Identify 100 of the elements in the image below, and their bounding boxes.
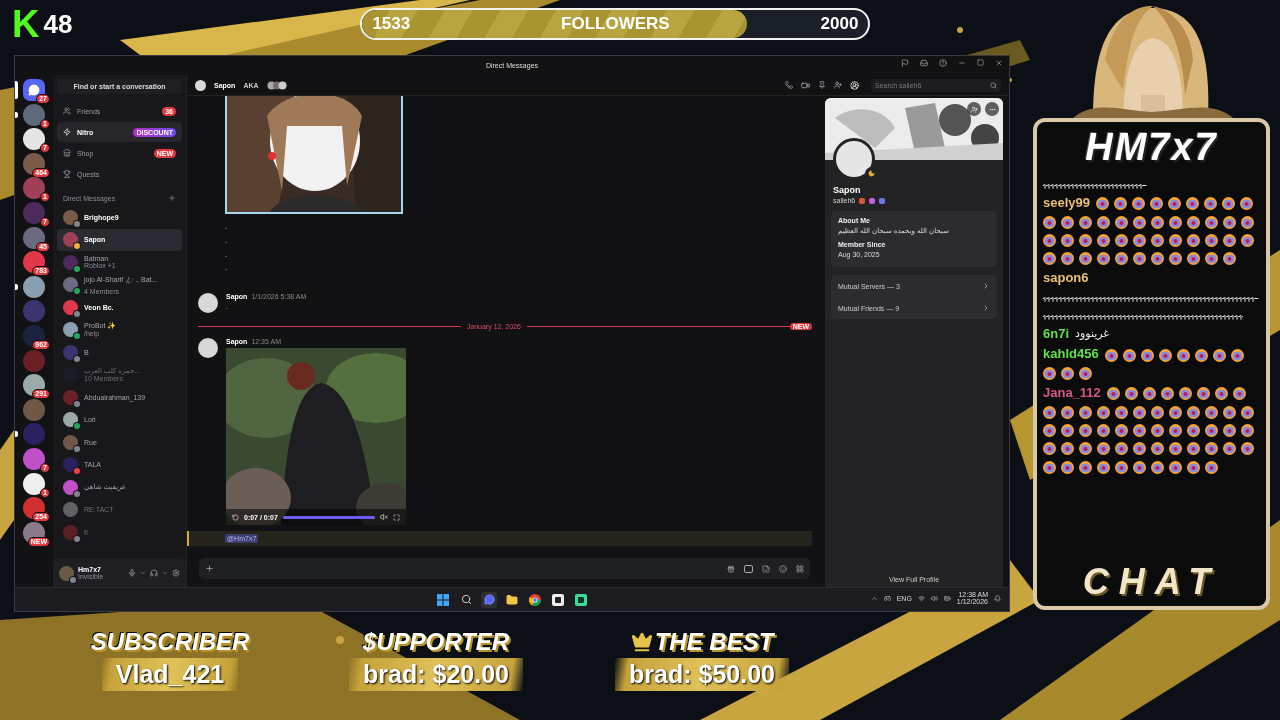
fullscreen-icon[interactable]: [393, 513, 400, 521]
emote-icon: [1151, 252, 1164, 266]
pin-icon[interactable]: [818, 81, 826, 89]
close-icon[interactable]: [995, 59, 1003, 67]
server-icon[interactable]: [23, 374, 45, 397]
emote-icon: [1115, 423, 1128, 437]
server-icon[interactable]: [23, 275, 45, 298]
server-icon[interactable]: [23, 497, 45, 520]
home-button[interactable]: [23, 79, 45, 101]
emote-icon: [1097, 405, 1110, 419]
volume-icon[interactable]: [930, 594, 938, 602]
add-friend-icon: [970, 105, 978, 113]
sticker-icon[interactable]: [762, 564, 770, 573]
emote-icon: [1223, 215, 1236, 229]
emote-icon: [1079, 442, 1092, 456]
emote-icon: [1124, 387, 1138, 401]
emote-icon: [1241, 442, 1254, 456]
bell-icon[interactable]: [994, 594, 1001, 602]
emote-icon: [1097, 460, 1110, 474]
alert-name: brad: $50.00: [615, 658, 789, 691]
emote-icon: [1043, 215, 1056, 229]
headphones-icon[interactable]: [150, 569, 158, 577]
profile-icon[interactable]: [850, 80, 859, 90]
help-icon[interactable]: [939, 59, 947, 67]
message-text: .: [225, 235, 229, 247]
maximize-icon[interactable]: [977, 59, 984, 66]
message-input[interactable]: [199, 558, 810, 579]
server-icon[interactable]: [23, 152, 45, 175]
emote-icon: [1043, 234, 1056, 247]
emote-icon: [1223, 252, 1236, 266]
emote-icon: [1106, 387, 1120, 401]
emote-icon: [1205, 234, 1218, 247]
avatar: [59, 565, 74, 581]
emote-icon: [1133, 215, 1146, 229]
gif-icon[interactable]: [744, 564, 753, 573]
avatar: [63, 524, 78, 540]
gift-icon[interactable]: [727, 564, 735, 573]
emote-icon: [1043, 252, 1056, 266]
replay-icon[interactable]: [232, 513, 239, 521]
avatar: [63, 209, 78, 225]
emote-icon: [1132, 197, 1145, 211]
emote-icon: [1043, 460, 1056, 474]
chat-username: Jana_112: [1043, 384, 1101, 400]
emote-icon: [1187, 252, 1200, 266]
server-icon[interactable]: [23, 251, 45, 274]
emote-icon: [1223, 234, 1236, 247]
emote-icon: [1150, 197, 1163, 211]
goal-target: 2000: [820, 14, 859, 34]
emote-icon: [1187, 215, 1200, 229]
emote-icon: [1133, 423, 1146, 437]
add-icon[interactable]: [168, 194, 176, 202]
alert-name: brad: $20.00: [349, 658, 523, 691]
emote-icon: [1122, 348, 1136, 362]
emote-icon: [1169, 442, 1182, 456]
phone-icon[interactable]: [785, 81, 793, 89]
emote-icon: [1140, 348, 1154, 362]
nitro-icon: [63, 128, 71, 136]
emote-icon: [1241, 405, 1254, 419]
server-icon[interactable]: [23, 226, 45, 249]
server-icon[interactable]: [23, 128, 45, 151]
emote-icon: [1115, 405, 1128, 419]
inbox-icon[interactable]: [920, 59, 928, 67]
emote-icon: [1205, 252, 1218, 266]
chat-username: seely99: [1043, 195, 1090, 210]
emote-icon: [1061, 423, 1074, 437]
server-icon[interactable]: [23, 324, 45, 347]
emote-icon: [1196, 387, 1210, 401]
emote-icon: [1061, 405, 1074, 419]
avatar: [63, 299, 78, 315]
chevron-icon: [982, 304, 990, 312]
server-icon[interactable]: [23, 472, 45, 495]
emote-icon: [1169, 460, 1182, 474]
video-camera-icon[interactable]: [801, 80, 810, 90]
battery-icon[interactable]: [943, 594, 951, 602]
emote-icon: [1043, 405, 1056, 419]
emote-icon: [1168, 197, 1181, 211]
wifi-icon[interactable]: [917, 594, 925, 602]
emote-icon: [1115, 442, 1128, 456]
emote-icon: [1097, 234, 1110, 247]
message-text: .: [225, 263, 229, 275]
mute-icon[interactable]: [380, 513, 388, 522]
add-friend-icon[interactable]: [834, 81, 842, 89]
add-icon[interactable]: [205, 564, 214, 573]
emote-icon: [1160, 387, 1174, 401]
gamepad-icon[interactable]: [883, 594, 891, 602]
chevron-icon[interactable]: [870, 594, 878, 602]
emote-icon: [1230, 348, 1244, 362]
apps-icon[interactable]: [796, 564, 804, 573]
smile-icon[interactable]: [779, 564, 787, 573]
avatar: [63, 277, 78, 293]
emote-icon: [1115, 252, 1128, 266]
server-icon[interactable]: [23, 521, 45, 544]
emote-icon: [1205, 460, 1218, 474]
emote-icon: [1241, 234, 1254, 247]
profile-name: Sapon: [833, 185, 862, 195]
alert-label: $UPPORTER: [362, 628, 510, 656]
settings-icon[interactable]: [172, 569, 180, 577]
microphone-icon[interactable]: [128, 569, 136, 577]
avatar: [198, 338, 218, 359]
flag-icon[interactable]: [901, 59, 909, 67]
